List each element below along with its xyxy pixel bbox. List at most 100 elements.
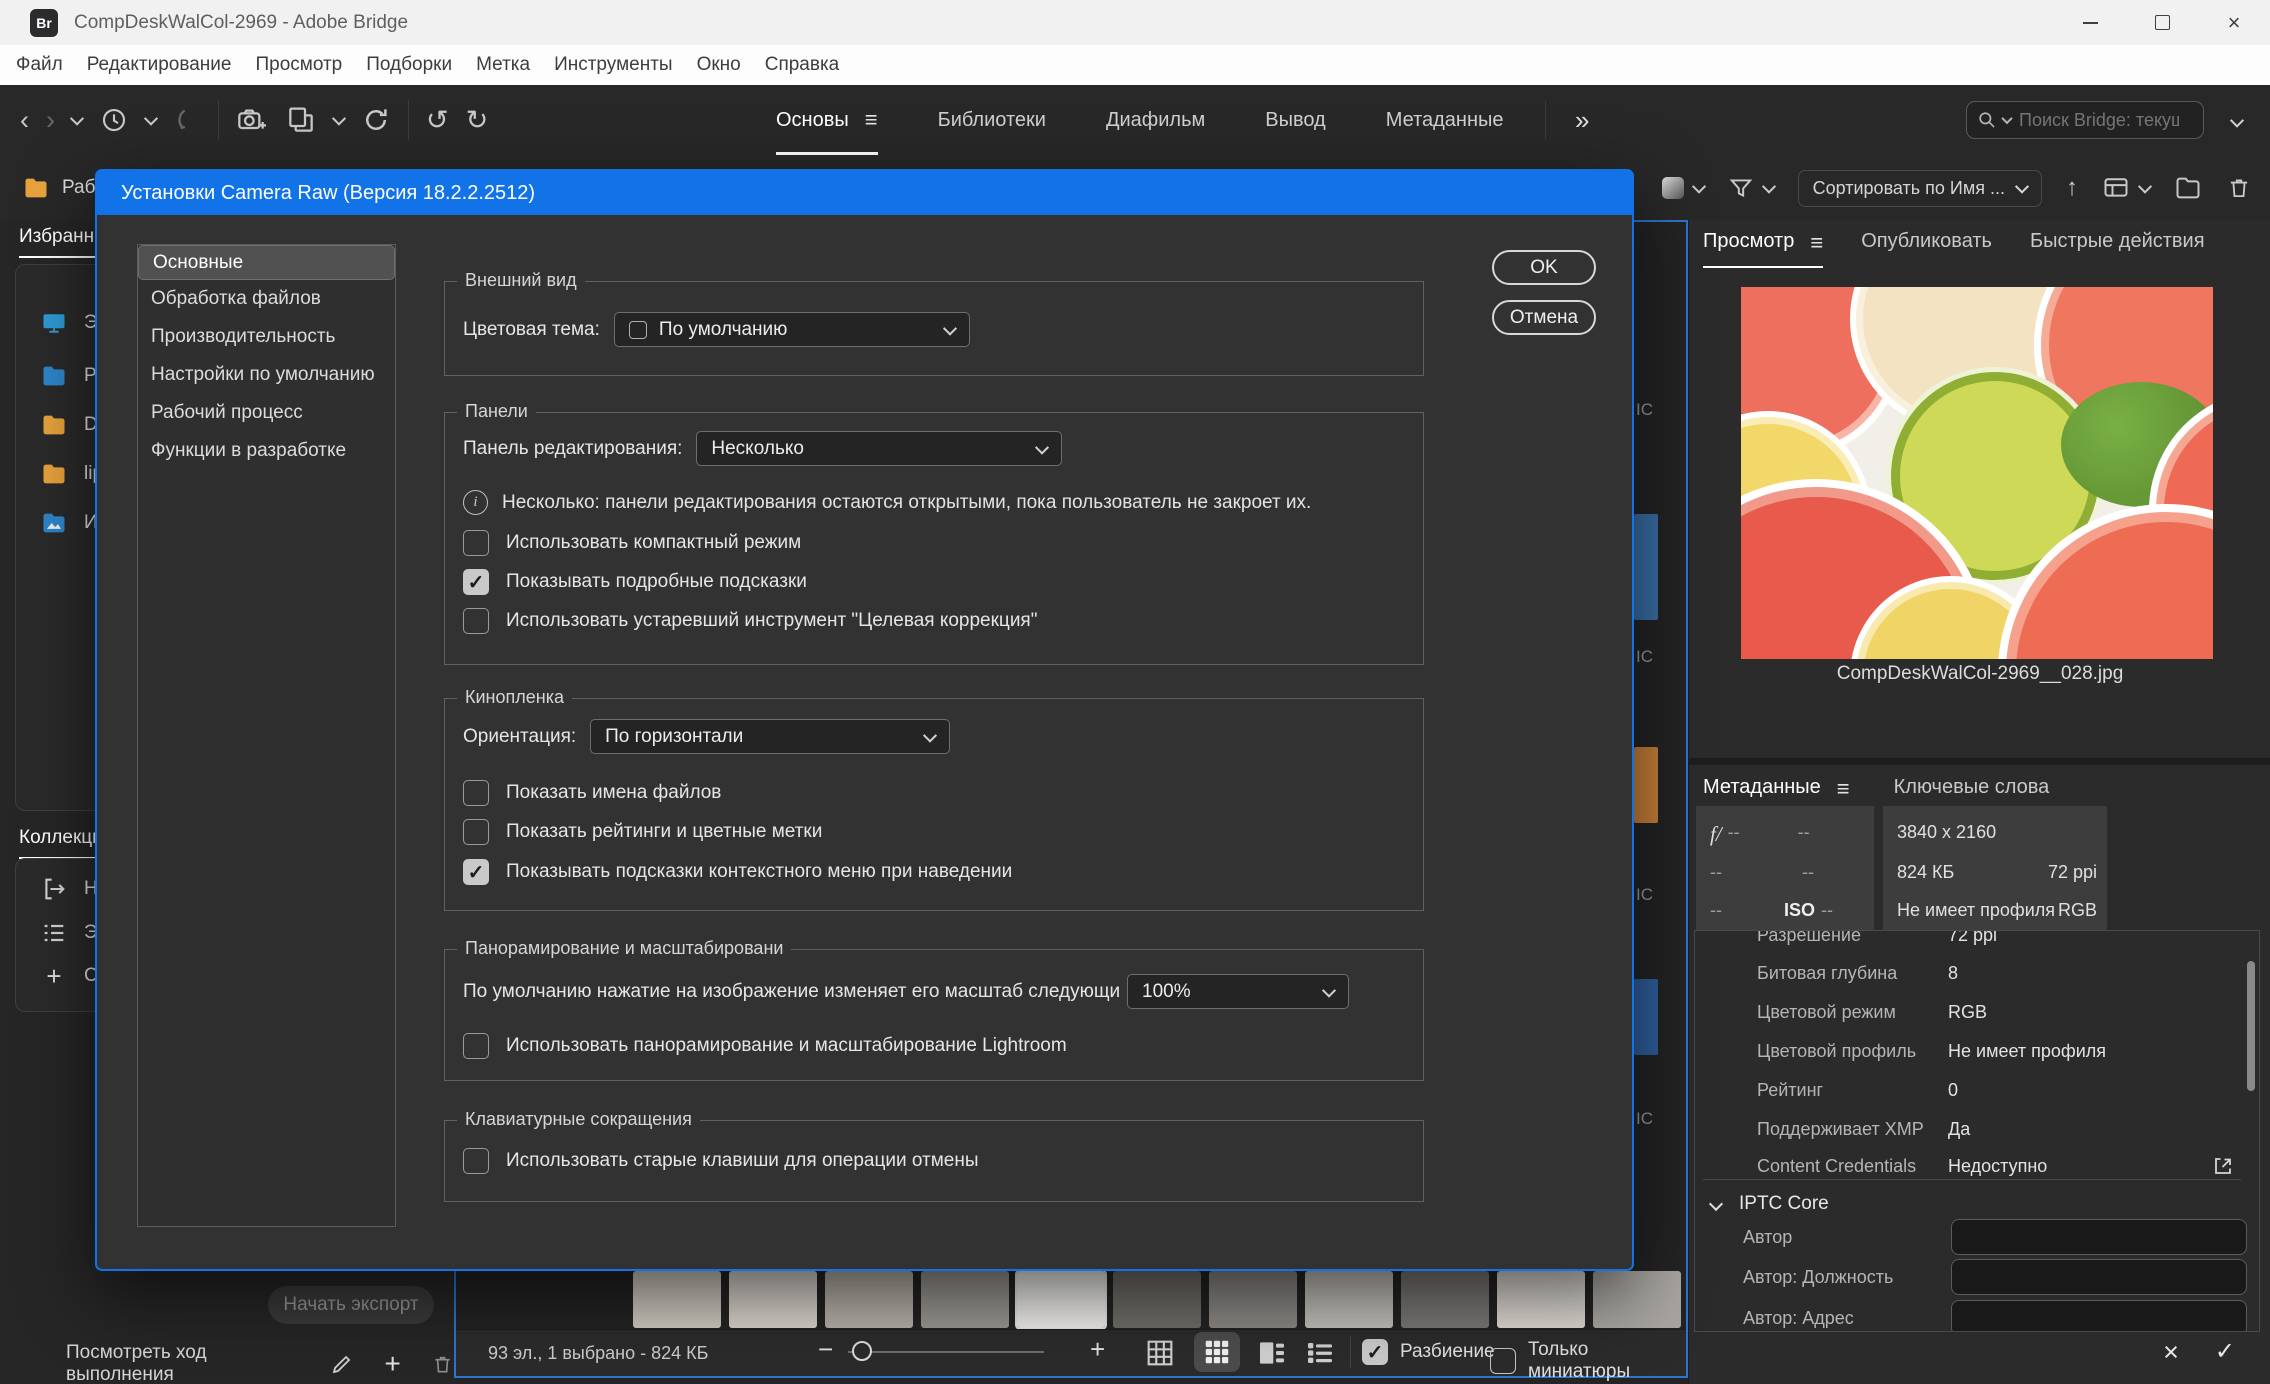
thumbnail[interactable] <box>921 1271 1009 1328</box>
show-ratings-checkbox[interactable] <box>463 819 489 845</box>
cancel-button[interactable]: Отмена <box>1492 300 1596 335</box>
revert-icon[interactable] <box>173 106 201 134</box>
nav-item-workflow[interactable]: Рабочий процесс <box>138 394 395 432</box>
edit-panel-select[interactable]: Несколько <box>696 431 1062 466</box>
details-view-icon[interactable] <box>1256 1337 1288 1369</box>
thumbnail[interactable] <box>1593 1271 1681 1328</box>
compact-mode-checkbox[interactable] <box>463 530 489 556</box>
copy-files-icon[interactable] <box>285 104 317 136</box>
close-button[interactable]: × <box>2198 0 2270 45</box>
legacy-tat-option[interactable]: Использовать устаревший инструмент "Целе… <box>463 608 1037 634</box>
undo-icon[interactable]: ↺ <box>426 107 449 134</box>
hover-hints-option[interactable]: Показывать подсказки контекстного меню п… <box>463 859 1012 885</box>
menu-window[interactable]: Окно <box>697 54 741 76</box>
tab-essentials[interactable]: Основы ≡ <box>776 85 878 155</box>
sort-ascending-icon[interactable]: ↑ <box>2066 176 2078 200</box>
search-scope-icon[interactable] <box>2001 113 2012 124</box>
iptc-author-title-input[interactable] <box>1951 1259 2247 1295</box>
search-input[interactable] <box>2017 109 2181 132</box>
color-theme-select[interactable]: По умолчанию <box>614 312 970 347</box>
rotate-options-button[interactable] <box>2102 174 2150 202</box>
zoom-out-icon[interactable]: − <box>818 1334 833 1365</box>
import-from-camera-icon[interactable] <box>236 104 268 136</box>
nav-dropdown-icon[interactable] <box>70 112 84 126</box>
menu-label[interactable]: Метка <box>476 54 530 76</box>
menu-help[interactable]: Справка <box>765 54 840 76</box>
preview-image[interactable] <box>1741 287 2213 659</box>
recent-history-icon[interactable] <box>99 105 129 135</box>
tab-publish[interactable]: Опубликовать <box>1861 230 1992 253</box>
minimize-button[interactable] <box>2054 0 2126 45</box>
panel-menu-icon[interactable]: ≡ <box>1810 230 1823 256</box>
legacy-undo-checkbox[interactable] <box>463 1148 489 1174</box>
gradient-tool-button[interactable] <box>1662 177 1704 199</box>
tab-filmstrip[interactable]: Диафильм <box>1106 109 1205 132</box>
menu-file[interactable]: Файл <box>16 54 63 76</box>
clipped-thumbnail[interactable] <box>1634 514 1658 620</box>
list-view-icon[interactable] <box>1304 1337 1336 1369</box>
cancel-metadata-icon[interactable]: × <box>2163 1337 2179 1368</box>
thumbnail[interactable] <box>633 1271 721 1328</box>
apply-metadata-icon[interactable]: ✓ <box>2215 1337 2235 1368</box>
thumbnail[interactable] <box>729 1271 817 1328</box>
metadata-scrollbar[interactable] <box>2247 961 2255 1091</box>
tab-favorites[interactable]: Избранно <box>19 226 105 258</box>
workspace-menu-icon[interactable]: ≡ <box>865 107 878 133</box>
zoom-in-icon[interactable]: + <box>1090 1334 1105 1365</box>
metadata-menu-icon[interactable]: ≡ <box>1837 776 1850 802</box>
default-zoom-select[interactable]: 100% <box>1127 974 1349 1009</box>
trash-icon[interactable] <box>431 1352 454 1377</box>
tab-collections[interactable]: Коллекци <box>19 827 103 859</box>
trash-icon[interactable] <box>2226 175 2252 201</box>
menu-stacks[interactable]: Подборки <box>366 54 452 76</box>
iptc-author-input[interactable] <box>1951 1219 2247 1255</box>
lightroom-panzoom-checkbox[interactable] <box>463 1033 489 1059</box>
search-options-icon[interactable] <box>2230 114 2244 128</box>
grid-lock-view-icon[interactable] <box>1144 1337 1176 1369</box>
tab-preview[interactable]: Просмотр ≡ <box>1703 230 1823 268</box>
copy-dropdown-icon[interactable] <box>332 112 346 126</box>
new-folder-icon[interactable] <box>2174 174 2202 202</box>
show-filenames-checkbox[interactable] <box>463 780 489 806</box>
thumbnail-size-slider[interactable] <box>848 1351 1044 1353</box>
thumbnail[interactable] <box>1401 1271 1489 1328</box>
workspace-overflow-icon[interactable]: » <box>1575 85 1589 155</box>
legacy-undo-option[interactable]: Использовать старые клавиши для операции… <box>463 1148 979 1174</box>
dialog-title-bar[interactable]: Установки Camera Raw (Версия 18.2.2.2512… <box>97 171 1632 215</box>
nav-item-file-handling[interactable]: Обработка файлов <box>138 280 395 318</box>
filter-button[interactable] <box>1728 175 1774 201</box>
iptc-author-address-input[interactable] <box>1951 1300 2247 1332</box>
progress-label[interactable]: Посмотреть ход выполнения <box>66 1342 300 1384</box>
start-export-button[interactable]: Начать экспорт <box>268 1286 434 1324</box>
detailed-tooltips-checkbox[interactable] <box>463 569 489 595</box>
thumbs-only-toggle[interactable]: Только миниатюры <box>1490 1339 1686 1383</box>
thumbnail-selected[interactable] <box>1017 1271 1105 1328</box>
menu-edit[interactable]: Редактирование <box>87 54 232 76</box>
thumbnail[interactable] <box>1305 1271 1393 1328</box>
tab-metadata[interactable]: Метаданные <box>1386 109 1504 132</box>
pencil-icon[interactable] <box>330 1351 354 1377</box>
redo-icon[interactable]: ↻ <box>466 107 489 134</box>
legacy-tat-checkbox[interactable] <box>463 608 489 634</box>
thumbnail[interactable] <box>825 1271 913 1328</box>
split-view-toggle[interactable]: Разбиение <box>1362 1339 1495 1365</box>
refresh-icon[interactable] <box>361 105 391 135</box>
tab-quick-actions[interactable]: Быстрые действия <box>2030 230 2205 253</box>
back-icon[interactable]: ‹ <box>20 107 29 134</box>
maximize-button[interactable] <box>2126 0 2198 45</box>
show-filenames-option[interactable]: Показать имена файлов <box>463 780 721 806</box>
show-ratings-option[interactable]: Показать рейтинги и цветные метки <box>463 819 822 845</box>
menu-tools[interactable]: Инструменты <box>554 54 672 76</box>
nav-item-defaults[interactable]: Настройки по умолчанию <box>138 356 395 394</box>
thumbnail[interactable] <box>1497 1271 1585 1328</box>
lightroom-panzoom-option[interactable]: Использовать панорамирование и масштабир… <box>463 1033 1067 1059</box>
clipped-thumbnail[interactable] <box>1634 747 1658 823</box>
thumbnail-view-button[interactable] <box>1194 1332 1240 1372</box>
sort-button[interactable]: Сортировать по Имя ... <box>1798 170 2042 207</box>
forward-icon[interactable]: › <box>46 107 55 134</box>
nav-item-tech-previews[interactable]: Функции в разработке <box>138 432 395 470</box>
tab-output[interactable]: Вывод <box>1265 109 1325 132</box>
orientation-select[interactable]: По горизонтали <box>590 719 950 754</box>
nav-item-performance[interactable]: Производительность <box>138 318 395 356</box>
tab-libraries[interactable]: Библиотеки <box>938 109 1046 132</box>
